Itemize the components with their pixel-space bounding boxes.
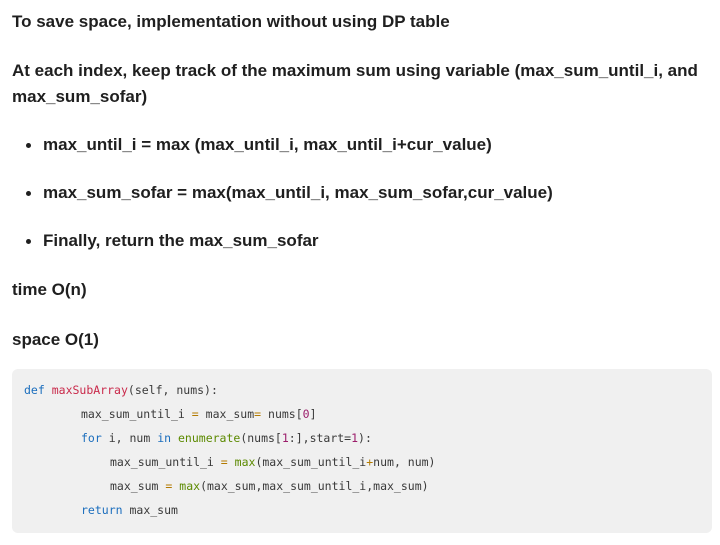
builtin-name: enumerate [178,431,241,445]
code-text: (nums[ [240,431,282,445]
code-text: max_sum [205,407,255,421]
code-text: nums[ [268,407,303,421]
code-text: ] [309,407,317,421]
code-text: max_sum [110,479,159,493]
code-text: :],start= [288,431,352,445]
list-item: max_until_i = max (max_until_i, max_unti… [12,132,553,158]
code-line: for i, num in enumerate(nums[1:],start=1… [81,430,372,446]
list-item: max_sum_sofar = max(max_until_i, max_sum… [12,180,553,206]
tracking-paragraph: At each index, keep track of the maximum… [12,61,698,106]
operator: = [254,407,262,421]
number-literal: 0 [302,407,310,421]
list-item-text: Finally, return the max_sum_sofar [43,231,319,250]
code-line: return max_sum [81,502,178,518]
keyword-for: for [81,431,102,445]
code-text: max_sum [129,503,178,517]
function-name: maxSubArray [51,383,128,397]
builtin-name: max [179,479,201,493]
operator: = [165,479,173,493]
time-complexity: time O(n) [12,280,87,299]
code-line: max_sum_until_i = max(max_sum_until_i+nu… [110,454,435,470]
number-literal: 1 [351,431,359,445]
code-text: max_sum_until_i [81,407,185,421]
builtin-name: max [234,455,256,469]
code-text: ): [358,431,372,445]
code-text: (max_sum_until_i [255,455,367,469]
operator: = [191,407,199,421]
keyword-def: def [24,383,45,397]
code-block[interactable]: def maxSubArray(self, nums): max_sum_unt… [12,369,712,533]
space-complexity: space O(1) [12,330,99,349]
list-item-text: max_until_i = max (max_until_i, max_unti… [43,135,492,154]
operator: = [220,455,228,469]
code-text: (max_sum,max_sum_until_i,max_sum) [200,479,429,493]
code-line: max_sum_until_i = max_sum= nums[0] [81,406,317,422]
code-line: max_sum = max(max_sum,max_sum_until_i,ma… [110,478,429,494]
bullet-icon [26,239,31,244]
intro-paragraph: To save space, implementation without us… [12,12,450,31]
code-text: i, num [108,431,151,445]
bullet-icon [26,143,31,148]
bullet-icon [26,191,31,196]
code-text: max_sum_until_i [110,455,214,469]
code-text: num, num) [373,455,436,469]
code-line: def maxSubArray(self, nums): [24,382,218,398]
keyword-in: in [157,431,172,445]
code-text: (self, nums): [127,383,218,397]
keyword-return: return [81,503,123,517]
list-item-text: max_sum_sofar = max(max_until_i, max_sum… [43,183,553,202]
list-item: Finally, return the max_sum_sofar [12,228,553,254]
number-literal: 1 [281,431,289,445]
bullet-list: max_until_i = max (max_until_i, max_unti… [12,132,553,276]
